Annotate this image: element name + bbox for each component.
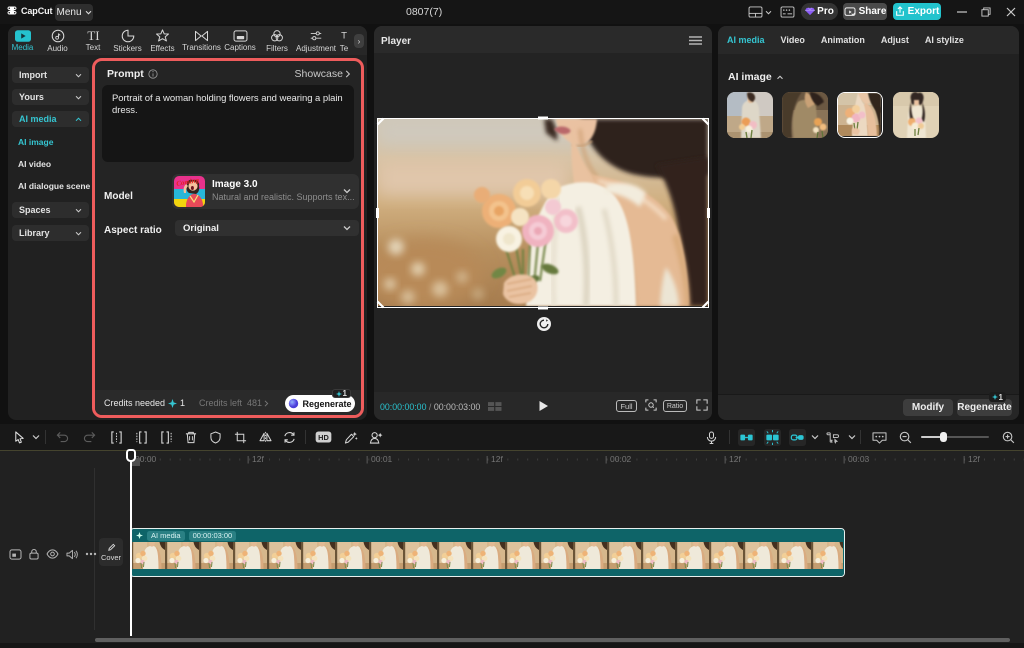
svg-text:00:02: 00:02 [610,454,632,464]
svg-text:00:01: 00:01 [371,454,393,464]
svg-text:|: | [963,454,965,464]
svg-text:|: | [486,454,488,464]
svg-text:00:03: 00:03 [848,454,870,464]
svg-text:TI: TI [87,29,99,42]
svg-text:|: | [366,454,368,464]
svg-text:12f: 12f [252,454,264,464]
svg-text:|: | [605,454,607,464]
svg-text:|: | [247,454,249,464]
svg-text:HD: HD [318,433,329,442]
svg-text:12f: 12f [968,454,980,464]
svg-text:12f: 12f [491,454,503,464]
svg-text:12f: 12f [729,454,741,464]
svg-text:T: T [341,30,347,41]
svg-text:|: | [843,454,845,464]
svg-text:|: | [724,454,726,464]
